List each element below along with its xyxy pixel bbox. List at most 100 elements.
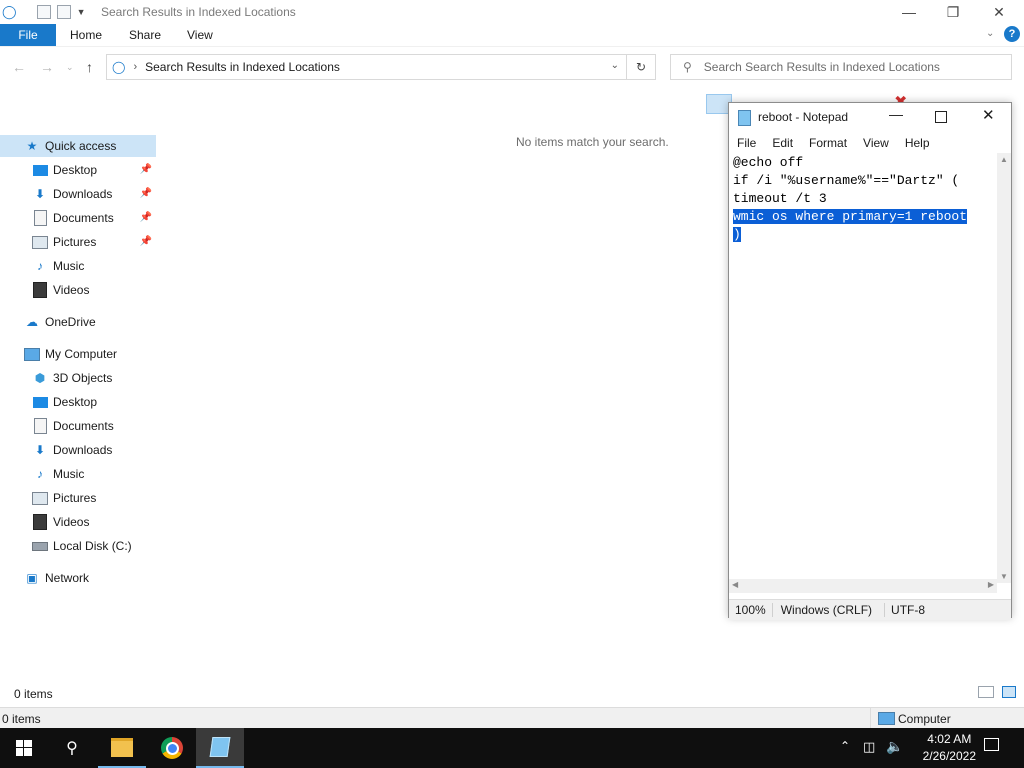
pictures-icon (32, 490, 48, 506)
notepad-window: reboot - Notepad — ✕ File Edit Format Vi… (728, 102, 1012, 620)
refresh-icon[interactable]: ↻ (626, 55, 655, 79)
nav-pc-videos[interactable]: Videos (32, 511, 156, 533)
nav-pc-music[interactable]: ♪ Music (32, 463, 156, 485)
scroll-down-icon[interactable]: ▼ (1000, 572, 1008, 581)
nav-pc-pictures[interactable]: Pictures (32, 487, 156, 509)
clock[interactable]: 4:02 AM 2/26/2022 (923, 731, 976, 765)
new-folder-icon[interactable] (56, 5, 71, 19)
menu-format[interactable]: Format (801, 133, 855, 153)
nav-pc-downloads[interactable]: ⬇ Downloads (32, 439, 156, 461)
menu-edit[interactable]: Edit (764, 133, 801, 153)
start-button[interactable] (0, 728, 48, 768)
chrome-taskbar-button[interactable] (148, 728, 196, 768)
nav-label: Documents (53, 211, 114, 225)
customize-toolbar-icon[interactable]: ▼ (77, 7, 86, 17)
address-dropdown-icon[interactable]: ⌄ (611, 60, 619, 71)
nav-quick-music[interactable]: ♪ Music (32, 255, 156, 277)
pin-icon[interactable]: 📌 (140, 164, 152, 175)
show-hidden-icons-icon[interactable]: ⌃ (840, 739, 850, 753)
expand-ribbon-icon[interactable]: ⌄ (986, 28, 994, 39)
help-icon[interactable]: ? (1004, 26, 1020, 42)
volume-icon[interactable]: 🔈 (886, 738, 903, 755)
notifications-icon[interactable] (984, 738, 999, 751)
search-icon: ⚲ (683, 60, 692, 74)
nav-quick-videos[interactable]: Videos (32, 279, 156, 301)
notepad-close-button[interactable]: ✕ (982, 106, 995, 124)
menu-file[interactable]: File (729, 133, 764, 153)
horizontal-scrollbar[interactable]: ◀ ▶ (729, 579, 997, 593)
file-explorer-taskbar-button[interactable] (98, 728, 146, 768)
nav-quick-pictures[interactable]: Pictures 📌 (32, 231, 156, 253)
breadcrumb[interactable]: Search Results in Indexed Locations (145, 60, 340, 74)
nav-pc-documents[interactable]: Documents (32, 415, 156, 437)
recent-locations-icon[interactable]: ⌄ (66, 62, 74, 73)
back-button[interactable]: ← (12, 59, 26, 75)
nav-network[interactable]: ▣ Network (24, 567, 156, 589)
search-folder-icon[interactable]: ◯ (2, 4, 17, 20)
nav-3d-objects[interactable]: ⬢ 3D Objects (32, 367, 156, 389)
nav-my-computer[interactable]: My Computer (24, 343, 156, 365)
nav-label: Desktop (53, 163, 98, 177)
taskbar: ⚲ ⌃ ◫ 🔈 4:02 AM 2/26/2022 (0, 728, 1024, 768)
music-icon: ♪ (37, 467, 43, 481)
pin-icon[interactable]: 📌 (140, 188, 152, 199)
vertical-scrollbar[interactable]: ▲ ▼ (997, 153, 1011, 583)
address-bar[interactable]: ◯ › Search Results in Indexed Locations … (106, 54, 656, 80)
nav-label: Videos (53, 283, 90, 297)
tab-file[interactable]: File (0, 24, 56, 46)
menu-view[interactable]: View (855, 133, 897, 153)
videos-icon (32, 282, 48, 298)
nav-local-disk[interactable]: Local Disk (C:) (32, 535, 156, 557)
up-button[interactable]: ↑ (86, 59, 93, 75)
notepad-titlebar[interactable]: reboot - Notepad — ✕ (729, 103, 1011, 131)
menu-help[interactable]: Help (897, 133, 938, 153)
notepad-title: reboot - Notepad (758, 110, 849, 124)
breadcrumb-chevron-icon[interactable]: › (133, 61, 137, 73)
forward-button[interactable]: → (40, 59, 54, 75)
properties-icon[interactable] (36, 5, 51, 19)
tab-home[interactable]: Home (70, 28, 102, 42)
close-button[interactable]: ✕ (976, 0, 1022, 24)
network-tray-icon[interactable]: ◫ (863, 739, 875, 755)
notepad-editor[interactable]: @echo off if /i "%username%"=="Dartz" (ti… (733, 154, 995, 574)
nav-label: Pictures (53, 491, 97, 505)
star-icon: ★ (26, 139, 38, 153)
nav-label: Pictures (53, 235, 97, 249)
search-box[interactable]: ⚲ Search Search Results in Indexed Locat… (670, 54, 1012, 80)
scroll-right-icon[interactable]: ▶ (988, 580, 994, 589)
scroll-up-icon[interactable]: ▲ (1000, 155, 1008, 164)
network-icon: ▣ (26, 571, 38, 585)
nav-label: Downloads (53, 443, 113, 457)
notepad-icon (209, 737, 231, 757)
quick-access-toolbar: ◯ ▼ (2, 4, 85, 20)
nav-label: Documents (53, 419, 114, 433)
nav-pc-desktop[interactable]: Desktop (32, 391, 156, 413)
zoom-level: 100% (729, 603, 773, 617)
notepad-taskbar-button[interactable] (196, 728, 244, 768)
pin-icon[interactable]: 📌 (140, 212, 152, 223)
notepad-menubar: File Edit Format View Help (729, 133, 1011, 153)
nav-quick-downloads[interactable]: ⬇ Downloads 📌 (32, 183, 156, 205)
tab-share[interactable]: Share (129, 28, 161, 42)
minimize-button[interactable]: — (886, 0, 932, 24)
scroll-left-icon[interactable]: ◀ (732, 580, 738, 589)
maximize-button[interactable]: ❐ (930, 0, 976, 24)
tab-view[interactable]: View (187, 28, 213, 42)
line-endings: Windows (CRLF) (773, 603, 886, 617)
cube-icon: ⬢ (34, 371, 46, 385)
nav-onedrive[interactable]: ☁ OneDrive (24, 311, 156, 333)
search-icon[interactable]: ⚲ (48, 728, 96, 768)
notepad-maximize-button[interactable] (935, 111, 947, 123)
large-icons-view-icon[interactable] (1002, 686, 1016, 698)
pictures-icon (32, 234, 48, 250)
notepad-icon (738, 110, 751, 126)
notepad-minimize-button[interactable]: — (889, 106, 903, 122)
nav-quick-access[interactable]: ★ Quick access (0, 135, 156, 157)
empty-results-message: No items match your search. (516, 135, 669, 149)
search-input[interactable]: Search Search Results in Indexed Locatio… (704, 60, 940, 74)
nav-quick-desktop[interactable]: Desktop 📌 (32, 159, 156, 181)
nav-quick-documents[interactable]: Documents 📌 (32, 207, 156, 229)
details-view-icon[interactable] (978, 686, 994, 698)
pin-icon[interactable]: 📌 (140, 236, 152, 247)
nav-label: 3D Objects (53, 371, 113, 385)
